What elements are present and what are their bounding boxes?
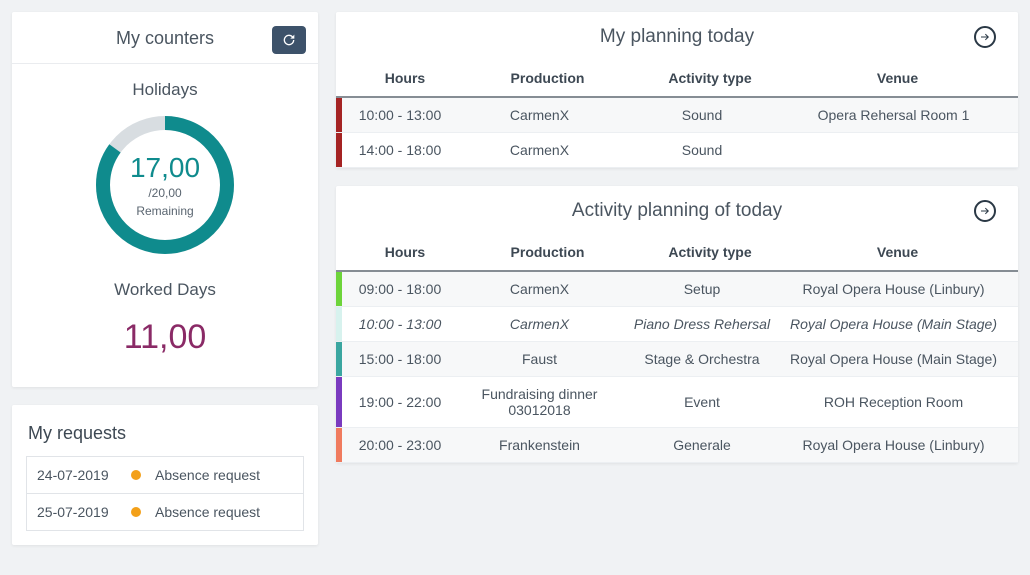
requests-title: My requests bbox=[28, 423, 302, 444]
cell-hours: 14:00 - 18:00 bbox=[342, 142, 452, 158]
requests-card: My requests 24-07-2019Absence request25-… bbox=[12, 405, 318, 545]
cell-hours: 10:00 - 13:00 bbox=[342, 107, 452, 123]
table-row[interactable]: 09:00 - 18:00CarmenXSetupRoyal Opera Hou… bbox=[336, 272, 1018, 307]
counters-title: My counters bbox=[116, 28, 214, 49]
col-activity: Activity type bbox=[635, 70, 785, 86]
cell-production: CarmenX bbox=[452, 107, 627, 123]
request-label: Absence request bbox=[155, 504, 260, 520]
holidays-remaining-label: Remaining bbox=[136, 204, 193, 218]
col-production: Production bbox=[460, 70, 635, 86]
cell-production: CarmenX bbox=[452, 281, 627, 297]
my-planning-title: My planning today bbox=[346, 26, 1008, 48]
holidays-gauge: 17,00 /20,00 Remaining bbox=[90, 110, 240, 260]
col-venue: Venue bbox=[785, 70, 1010, 86]
counters-card: My counters Holidays 17,00 /20,0 bbox=[12, 12, 318, 387]
cell-venue: Royal Opera House (Linbury) bbox=[777, 437, 1010, 453]
request-row[interactable]: 25-07-2019 Absence request bbox=[27, 494, 303, 530]
col-hours: Hours bbox=[350, 244, 460, 260]
cell-activity: Stage & Orchestra bbox=[627, 351, 777, 367]
activity-planning-title: Activity planning of today bbox=[346, 200, 1008, 222]
table-row[interactable]: 20:00 - 23:00FrankensteinGeneraleRoyal O… bbox=[336, 428, 1018, 463]
holidays-label: Holidays bbox=[22, 80, 308, 100]
request-date: 25-07-2019 bbox=[37, 504, 125, 520]
table-row[interactable]: 10:00 - 13:00CarmenXSoundOpera Rehersal … bbox=[336, 98, 1018, 133]
cell-activity: Setup bbox=[627, 281, 777, 297]
table-row[interactable]: 15:00 - 18:00FaustStage & OrchestraRoyal… bbox=[336, 342, 1018, 377]
table-row[interactable]: 19:00 - 22:00Fundraising dinner 03012018… bbox=[336, 377, 1018, 428]
activity-planning-goto-button[interactable] bbox=[974, 200, 996, 222]
col-activity: Activity type bbox=[635, 244, 785, 260]
worked-days-label: Worked Days bbox=[22, 280, 308, 300]
request-label: Absence request bbox=[155, 467, 260, 483]
requests-table: 24-07-2019 Absence request 25-07-2019 Absen… bbox=[26, 456, 304, 531]
cell-activity: Sound bbox=[627, 142, 777, 158]
arrow-right-icon bbox=[979, 205, 991, 217]
arrow-right-icon bbox=[979, 31, 991, 43]
cell-venue: Royal Opera House (Linbury) bbox=[777, 281, 1010, 297]
refresh-icon bbox=[281, 32, 297, 48]
cell-hours: 09:00 - 18:00 bbox=[342, 281, 452, 297]
request-date: 24-07-2019 bbox=[37, 467, 125, 483]
cell-hours: 20:00 - 23:00 bbox=[342, 437, 452, 453]
cell-venue: Royal Opera House (Main Stage) bbox=[777, 316, 1010, 332]
table-row[interactable]: 10:00 - 13:00CarmenXPiano Dress Rehersal… bbox=[336, 307, 1018, 342]
cell-activity: Event bbox=[627, 394, 777, 410]
status-dot-icon bbox=[131, 507, 141, 517]
col-hours: Hours bbox=[350, 70, 460, 86]
status-dot-icon bbox=[131, 470, 141, 480]
my-planning-card: My planning today Hours Production Activ… bbox=[336, 12, 1018, 168]
worked-days-value: 11,00 bbox=[22, 318, 308, 357]
cell-venue: ROH Reception Room bbox=[777, 394, 1010, 410]
holidays-value: 17,00 bbox=[130, 152, 200, 184]
refresh-button[interactable] bbox=[272, 26, 306, 54]
col-venue: Venue bbox=[785, 244, 1010, 260]
cell-production: CarmenX bbox=[452, 142, 627, 158]
cell-production: Faust bbox=[452, 351, 627, 367]
request-row[interactable]: 24-07-2019 Absence request bbox=[27, 457, 303, 494]
col-production: Production bbox=[460, 244, 635, 260]
cell-hours: 19:00 - 22:00 bbox=[342, 394, 452, 410]
table-row[interactable]: 14:00 - 18:00CarmenXSound bbox=[336, 133, 1018, 168]
cell-activity: Piano Dress Rehersal bbox=[627, 316, 777, 332]
cell-activity: Generale bbox=[627, 437, 777, 453]
holidays-max: /20,00 bbox=[148, 186, 181, 200]
cell-production: Frankenstein bbox=[452, 437, 627, 453]
my-planning-goto-button[interactable] bbox=[974, 26, 996, 48]
cell-hours: 10:00 - 13:00 bbox=[342, 316, 452, 332]
cell-venue: Royal Opera House (Main Stage) bbox=[777, 351, 1010, 367]
cell-production: CarmenX bbox=[452, 316, 627, 332]
cell-venue: Opera Rehersal Room 1 bbox=[777, 107, 1010, 123]
cell-hours: 15:00 - 18:00 bbox=[342, 351, 452, 367]
cell-activity: Sound bbox=[627, 107, 777, 123]
activity-planning-card: Activity planning of today Hours Product… bbox=[336, 186, 1018, 463]
cell-production: Fundraising dinner 03012018 bbox=[452, 386, 627, 418]
